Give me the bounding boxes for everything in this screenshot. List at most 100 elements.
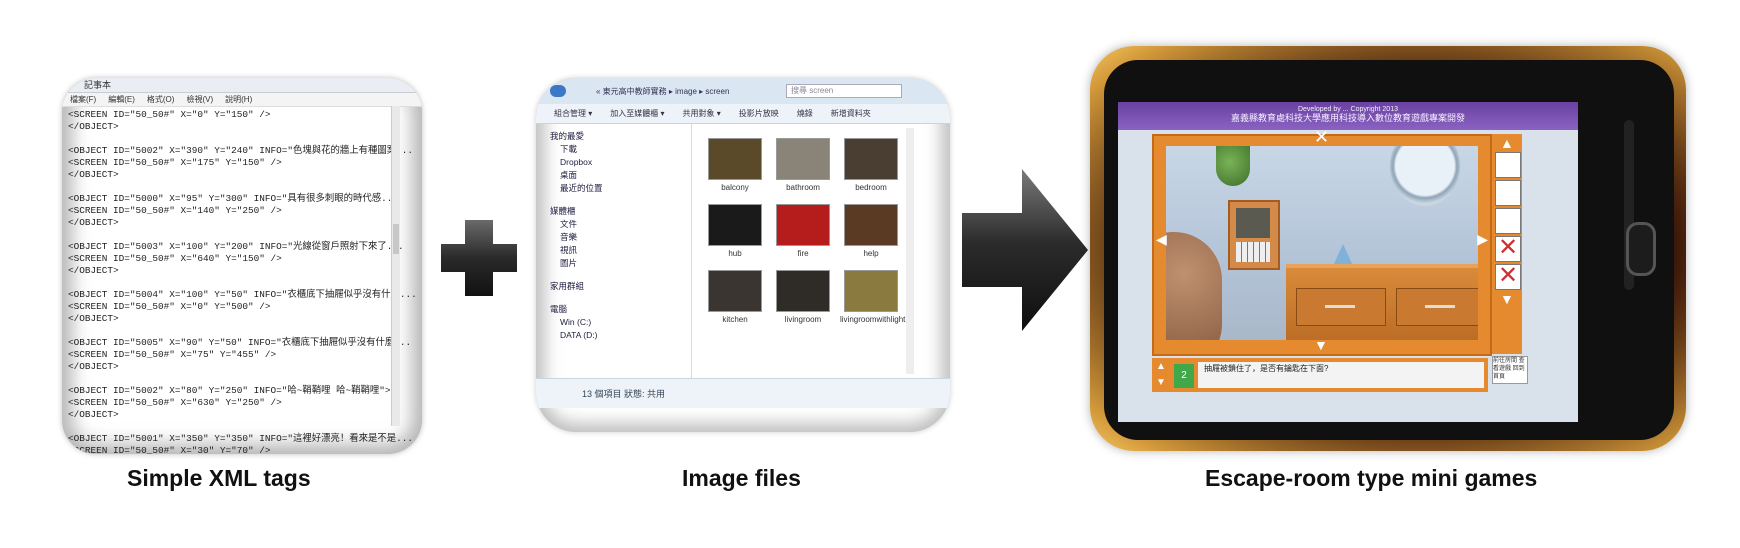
nav-left-icon[interactable]: ◀ — [1156, 232, 1167, 246]
thumbnail-image — [708, 270, 762, 312]
nav-recent[interactable]: 最近的位置 — [550, 182, 682, 195]
toolbar-new-folder[interactable]: 新增資料夾 — [831, 104, 871, 123]
toolbar-share[interactable]: 共用對象 ▾ — [683, 104, 721, 123]
thumbnail-item[interactable]: livingroomwithlight — [840, 270, 906, 324]
gourd-decoration[interactable] — [1216, 146, 1250, 186]
xml-code-line: <OBJECT ID="5005" X="90" Y="50" INFO="衣櫃… — [68, 337, 412, 348]
search-box[interactable]: 搜尋 screen — [786, 84, 902, 98]
toolbar-slideshow[interactable]: 投影片放映 — [739, 104, 779, 123]
notepad-scrollbar[interactable] — [391, 106, 400, 426]
smartphone: Developed by ... Copyright 2013 嘉義縣教育處科技… — [1104, 60, 1674, 440]
xml-code-line — [68, 325, 416, 337]
xml-code-line — [68, 373, 416, 385]
inventory-down-icon[interactable]: ▼ — [1500, 292, 1514, 306]
inventory-up-icon[interactable]: ▲ — [1500, 136, 1514, 150]
thumbnail-item[interactable]: balcony — [704, 138, 766, 192]
xml-code-line: </OBJECT> — [68, 409, 119, 420]
menu-format[interactable]: 格式(O) — [147, 93, 175, 106]
toolbar-organize[interactable]: 組合管理 ▾ — [554, 104, 592, 123]
thumbnail-image — [776, 204, 830, 246]
nav-down-icon[interactable]: ▼ — [1314, 338, 1328, 352]
xml-code-line: <SCREEN ID="50_50#" X="0" Y="150" /> — [68, 109, 271, 120]
explorer-status-bar: 13 個項目 狀態: 共用 — [536, 378, 950, 408]
thumbnail-item[interactable]: livingroom — [772, 270, 834, 324]
address-path[interactable]: « 東元高中教師實務 ▸ image ▸ screen — [596, 86, 729, 97]
xml-code-line: <SCREEN ID="50_50#" X="30" Y="70" /> — [68, 445, 271, 454]
caption-games: Escape-room type mini games — [1205, 465, 1538, 491]
menu-edit[interactable]: 編輯(E) — [108, 93, 135, 106]
cabinet[interactable] — [1286, 264, 1478, 340]
dialog-up-icon[interactable]: ▲ — [1156, 360, 1166, 374]
thumbnail-item[interactable]: kitchen — [704, 270, 766, 324]
nav-drive-c[interactable]: Win (C:) — [550, 316, 682, 329]
drawer-left[interactable] — [1296, 288, 1386, 326]
nav-drive-d[interactable]: DATA (D:) — [550, 329, 682, 342]
back-icon[interactable] — [550, 85, 566, 97]
thumbnail-label: bathroom — [786, 183, 820, 192]
toolbar-burn[interactable]: 燒錄 — [797, 104, 813, 123]
toolbar-add-library[interactable]: 加入至媒體櫃 ▾ — [610, 104, 664, 123]
nav-music[interactable]: 音樂 — [550, 231, 682, 244]
xml-code-line: <OBJECT ID="5001" X="350" Y="350" INFO="… — [68, 433, 414, 444]
xml-code-line — [68, 421, 416, 433]
xml-code-line: </OBJECT> — [68, 265, 119, 276]
nav-desktop[interactable]: 桌面 — [550, 169, 682, 182]
nav-favorites[interactable]: 我的最愛 — [550, 130, 682, 143]
keypad-picture[interactable] — [1228, 200, 1280, 270]
thumbnail-label: hub — [728, 249, 742, 258]
nav-right-icon[interactable]: ▶ — [1477, 232, 1488, 246]
xml-code-line: <OBJECT ID="5000" X="95" Y="300" INFO="具… — [68, 193, 399, 204]
caption-xml: Simple XML tags — [127, 465, 311, 491]
thumbnail-label: bedroom — [855, 183, 887, 192]
nav-videos[interactable]: 視訊 — [550, 244, 682, 257]
inventory-slot[interactable] — [1495, 180, 1521, 206]
xml-code-line: </OBJECT> — [68, 121, 119, 132]
thumbnail-label: livingroomwithlight — [840, 315, 906, 324]
xml-code-line: <SCREEN ID="50_50#" X="175" Y="150" /> — [68, 157, 282, 168]
nav-libraries[interactable]: 媒體櫃 — [550, 205, 682, 218]
xml-code-line: <SCREEN ID="50_50#" X="75" Y="455" /> — [68, 349, 277, 360]
thumbnail-item[interactable]: hub — [704, 204, 766, 258]
thumbnail-item[interactable]: bathroom — [772, 138, 834, 192]
nav-dropbox[interactable]: Dropbox — [550, 156, 682, 169]
explorer-toolbar: 組合管理 ▾ 加入至媒體櫃 ▾ 共用對象 ▾ 投影片放映 燒錄 新增資料夾 — [536, 104, 950, 124]
close-icon[interactable]: ✕ — [1314, 128, 1329, 146]
inventory-bar: ▲ ✕ ✕ ▼ — [1492, 134, 1522, 354]
xml-code-line: </OBJECT> — [68, 361, 119, 372]
nav-homegroup[interactable]: 家用群組 — [550, 280, 682, 293]
menu-file[interactable]: 檔案(F) — [70, 93, 96, 106]
game-stage: ◀ ▶ ✕ ▼ — [1152, 128, 1492, 356]
inventory-slot[interactable] — [1495, 208, 1521, 234]
explorer-scrollbar[interactable] — [906, 128, 914, 374]
menu-help[interactable]: 說明(H) — [225, 93, 252, 106]
dialog-down-icon[interactable]: ▼ — [1156, 376, 1166, 390]
xml-code-line: <OBJECT ID="5002" X="390" Y="240" INFO="… — [68, 145, 414, 156]
thumbnail-image — [776, 138, 830, 180]
navigation-pane: 我的最愛 下載 Dropbox 桌面 最近的位置 媒體櫃 文件 音樂 視訊 圖片… — [550, 130, 682, 380]
thumbnail-label: help — [863, 249, 879, 258]
image-files-explorer: « 東元高中教師實務 ▸ image ▸ screen 搜尋 screen 組合… — [536, 78, 950, 432]
empty-slot-x-icon[interactable]: ✕ — [1495, 264, 1521, 290]
thumbnail-item[interactable]: help — [840, 204, 902, 258]
side-menu[interactable]: 前往房間 查看遊戲 回到首頁 — [1492, 356, 1528, 384]
drawer-right[interactable] — [1396, 288, 1478, 326]
thumbnail-image — [844, 204, 898, 246]
thumbnail-item[interactable]: bedroom — [840, 138, 902, 192]
plus-icon — [441, 220, 517, 296]
empty-slot-x-icon[interactable]: ✕ — [1495, 236, 1521, 262]
inventory-slot[interactable] — [1495, 152, 1521, 178]
game-header-title: 嘉義縣教育處科技大學應用科技導入數位教育遊戲專案開發 — [1230, 113, 1465, 123]
nav-documents[interactable]: 文件 — [550, 218, 682, 231]
xml-code-line: <OBJECT ID="5004" X="100" Y="50" INFO="衣… — [68, 289, 417, 300]
xml-notepad-screenshot: 記事本 檔案(F) 編輯(E) 格式(O) 檢視(V) 說明(H) <SCREE… — [62, 78, 422, 454]
round-window[interactable] — [1390, 146, 1460, 206]
menu-view[interactable]: 檢視(V) — [186, 93, 213, 106]
xml-code-text: <SCREEN ID="50_50#" X="0" Y="150" /> </OB… — [62, 107, 422, 454]
nav-computer[interactable]: 電腦 — [550, 303, 682, 316]
arrow-right-icon — [962, 169, 1088, 331]
xml-code-line: </OBJECT> — [68, 217, 119, 228]
thumbnail-item[interactable]: fire — [772, 204, 834, 258]
nav-downloads[interactable]: 下載 — [550, 143, 682, 156]
room-scene[interactable] — [1166, 146, 1478, 340]
nav-pictures[interactable]: 圖片 — [550, 257, 682, 270]
